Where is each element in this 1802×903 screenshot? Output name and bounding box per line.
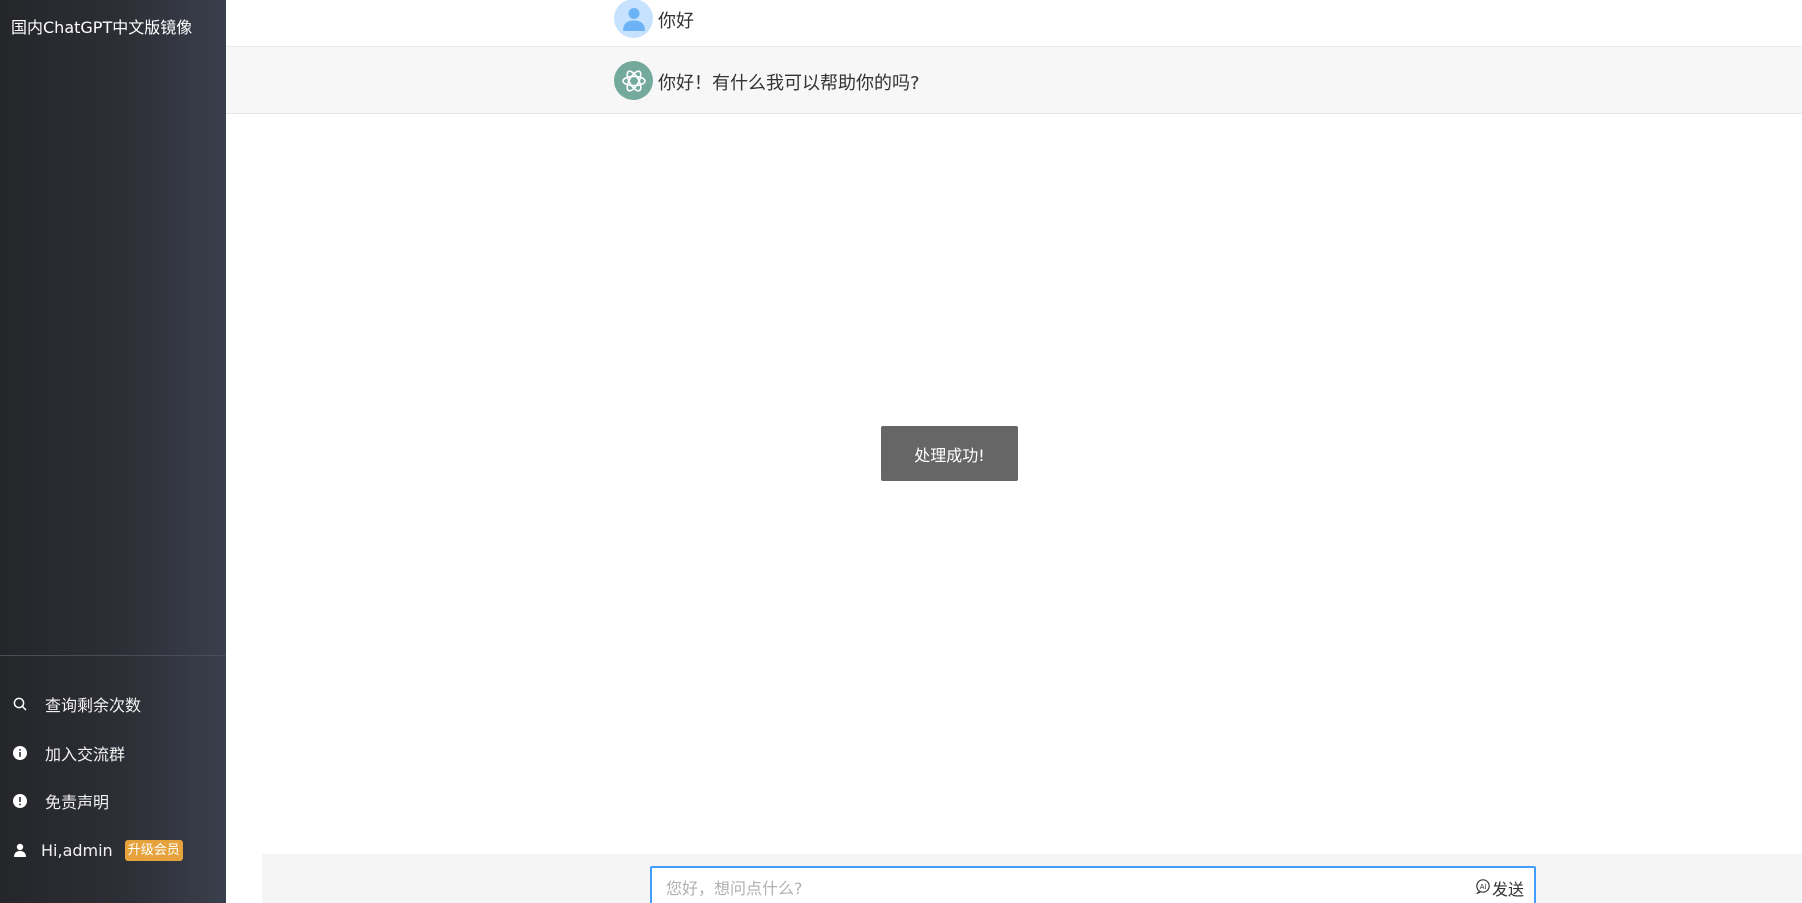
user-greeting: Hi,admin — [41, 840, 113, 860]
user-avatar-icon — [614, 0, 653, 38]
info-icon — [12, 745, 28, 761]
brand-title: 国内ChatGPT中文版镜像 — [11, 18, 193, 37]
chat-input[interactable] — [666, 876, 1426, 900]
upgrade-member-button[interactable]: 升级会员 — [124, 839, 183, 861]
ai-chat-icon: AI — [1475, 878, 1491, 898]
message-text: 你好 — [658, 11, 694, 32]
sidebar-item-query-remaining[interactable]: 查询剩余次数 — [0, 684, 226, 724]
warning-icon — [12, 793, 28, 809]
search-icon — [12, 696, 28, 712]
sidebar-item-label: 查询剩余次数 — [45, 696, 142, 715]
sidebar-item-disclaimer[interactable]: 免责声明 — [0, 781, 226, 821]
chat-message-assistant: 你好！有什么我可以帮助你的吗? — [226, 47, 1802, 114]
openai-logo-icon — [614, 61, 653, 100]
chat-message-user: 你好 — [226, 0, 1802, 47]
success-toast: 处理成功! — [881, 426, 1018, 481]
composer-bar: AI 发送 — [262, 854, 1802, 903]
sidebar-item-user[interactable]: Hi,admin 升级会员 — [0, 830, 226, 870]
chat-main: 你好 你好！有什么我可以帮助你的吗? 处理成功! 您好，想问点什么? AI 发送 — [226, 0, 1802, 903]
send-button-label: 发送 — [1491, 880, 1524, 899]
composer: AI 发送 — [650, 866, 1536, 903]
sidebar-item-label: 免责声明 — [45, 793, 110, 812]
user-icon — [12, 842, 28, 858]
message-text: 你好！有什么我可以帮助你的吗? — [658, 73, 920, 94]
sidebar-item-label: 加入交流群 — [45, 745, 126, 764]
svg-text:AI: AI — [1480, 884, 1487, 891]
sidebar-divider — [0, 655, 226, 656]
send-button[interactable]: AI 发送 — [1475, 877, 1524, 899]
app-root: 国内ChatGPT中文版镜像 查询剩余次数 加入交流群 免责声明 Hi,admi… — [0, 0, 1802, 903]
sidebar: 国内ChatGPT中文版镜像 查询剩余次数 加入交流群 免责声明 Hi,admi… — [0, 0, 226, 903]
sidebar-item-join-group[interactable]: 加入交流群 — [0, 733, 226, 773]
